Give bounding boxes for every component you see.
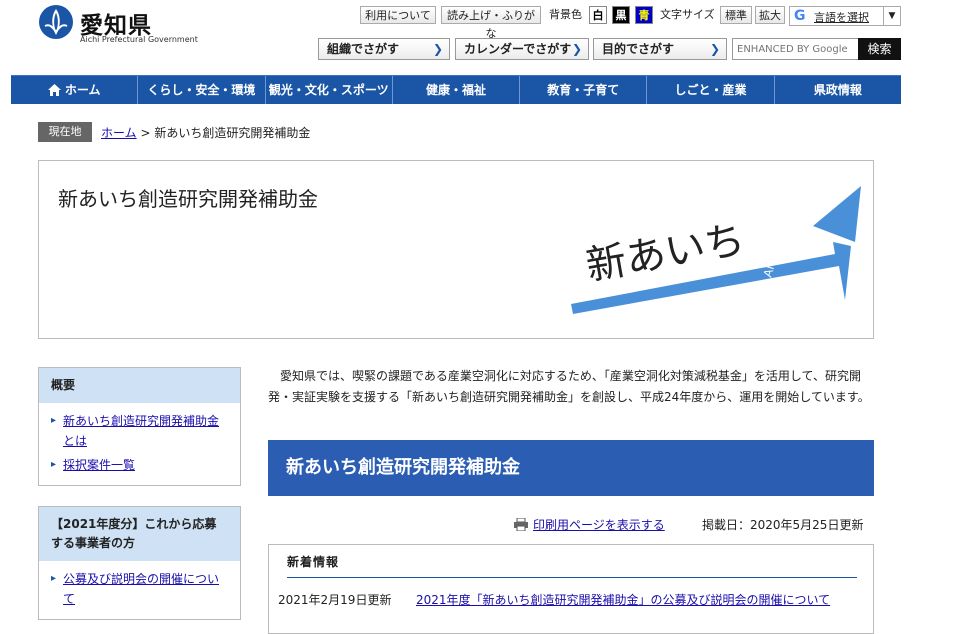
- breadcrumb-label: 現在地: [38, 122, 92, 142]
- bg-white-button[interactable]: 白: [589, 6, 607, 24]
- news-divider: [287, 577, 857, 578]
- home-icon: [47, 84, 61, 96]
- gnav-item-government[interactable]: 県政情報: [775, 76, 901, 104]
- sidebar-overview-box: 概要 新あいち創造研究開発補助金とは 採択案件一覧: [38, 367, 241, 486]
- section-banner: 新あいち創造研究開発補助金: [268, 440, 874, 496]
- shin-aichi-banner-image: 新あいち AICHI: [571, 186, 861, 314]
- breadcrumb-current: 新あいち創造研究開発補助金: [154, 126, 311, 140]
- text-size-large-button[interactable]: 拡大: [755, 6, 785, 24]
- search-button[interactable]: 検索: [858, 38, 901, 60]
- news-item-link[interactable]: 2021年度「新あいち創造研究開発補助金」の公募及び説明会の開催について: [416, 591, 830, 608]
- dropdown-arrow-icon: ▼: [883, 7, 900, 25]
- nav-button-label: 目的でさがす: [602, 42, 675, 56]
- translate-label: 言語を選択: [814, 11, 869, 24]
- site-search-input[interactable]: [733, 39, 861, 59]
- print-link-area[interactable]: 印刷用ページを表示する: [514, 516, 665, 533]
- sidebar-heading: 概要: [39, 368, 240, 403]
- gnav-item-living[interactable]: くらし・安全・環境: [138, 76, 266, 104]
- usage-link[interactable]: 利用について: [360, 6, 436, 24]
- intro-text: 愛知県では、喫緊の課題である産業空洞化に対応するため、「産業空洞化対策減税基金」…: [268, 366, 874, 408]
- nav-button-label: 組織でさがす: [327, 42, 400, 56]
- sidebar-link-public-offering[interactable]: 公募及び説明会の開催について: [63, 572, 219, 606]
- aichi-logo-icon[interactable]: [38, 4, 74, 40]
- published-date: 掲載日：2020年5月25日更新: [702, 518, 864, 532]
- read-aloud-link[interactable]: 読み上げ・ふりがな: [441, 6, 541, 40]
- bg-black-button[interactable]: 黒: [612, 6, 630, 24]
- search-by-calendar-button[interactable]: カレンダーでさがす ❯: [455, 38, 589, 60]
- text-size-label: 文字サイズ: [660, 8, 715, 21]
- news-title: 新着情報: [287, 555, 340, 569]
- global-nav: ホーム くらし・安全・環境 観光・文化・スポーツ 健康・福祉 教育・子育て しご…: [11, 75, 901, 104]
- search-by-purpose-button[interactable]: 目的でさがす ❯: [593, 38, 727, 60]
- chevron-right-icon: ❯: [571, 42, 582, 56]
- site-logo-subtitle: Aichi Prefectural Government: [80, 35, 198, 44]
- nav-button-label: カレンダーでさがす: [464, 42, 572, 56]
- sidebar-item: 採択案件一覧: [51, 455, 228, 475]
- gnav-label: ホーム: [64, 83, 101, 97]
- gnav-item-tourism[interactable]: 観光・文化・スポーツ: [266, 76, 393, 104]
- sidebar-item: 新あいち創造研究開発補助金とは: [51, 411, 228, 451]
- breadcrumb-separator: >: [140, 126, 151, 140]
- sidebar-item: 公募及び説明会の開催について: [51, 569, 228, 609]
- sidebar-applicants-box: 【2021年度分】これから応募する事業者の方 公募及び説明会の開催について: [38, 506, 241, 620]
- arrow-head-icon: [813, 186, 861, 242]
- gnav-item-work[interactable]: しごと・産業: [647, 76, 775, 104]
- site-search-field[interactable]: [732, 38, 861, 60]
- text-size-normal-button[interactable]: 標準: [720, 6, 752, 24]
- sidebar-link-adopted-list[interactable]: 採択案件一覧: [63, 458, 135, 472]
- news-box: 新着情報 2021年2月19日更新 2021年度「新あいち創造研究開発補助金」の…: [268, 544, 874, 634]
- gnav-item-education[interactable]: 教育・子育て: [520, 76, 648, 104]
- search-by-organization-button[interactable]: 組織でさがす ❯: [318, 38, 450, 60]
- gnav-item-home[interactable]: ホーム: [11, 76, 139, 104]
- bg-color-label: 背景色: [549, 8, 582, 21]
- page-title: 新あいち創造研究開発補助金: [58, 187, 318, 211]
- translate-select[interactable]: G 言語を選択 ▼: [789, 6, 901, 26]
- breadcrumb-home-link[interactable]: ホーム: [101, 126, 137, 140]
- printer-icon: [514, 518, 528, 531]
- chevron-right-icon: ❯: [432, 42, 443, 56]
- intro-paragraph: 愛知県では、喫緊の課題である産業空洞化に対応するため、「産業空洞化対策減税基金」…: [268, 369, 870, 404]
- breadcrumb: ホーム > 新あいち創造研究開発補助金: [101, 124, 310, 141]
- sidebar-heading: 【2021年度分】これから応募する事業者の方: [39, 507, 240, 561]
- gnav-item-health[interactable]: 健康・福祉: [393, 76, 521, 104]
- chevron-right-icon: ❯: [709, 42, 720, 56]
- google-icon: G: [794, 8, 806, 24]
- bg-blue-button[interactable]: 青: [635, 6, 653, 24]
- sidebar-link-about[interactable]: 新あいち創造研究開発補助金とは: [63, 414, 219, 448]
- news-item-date: 2021年2月19日更新: [278, 593, 392, 607]
- print-page-link[interactable]: 印刷用ページを表示する: [533, 516, 665, 533]
